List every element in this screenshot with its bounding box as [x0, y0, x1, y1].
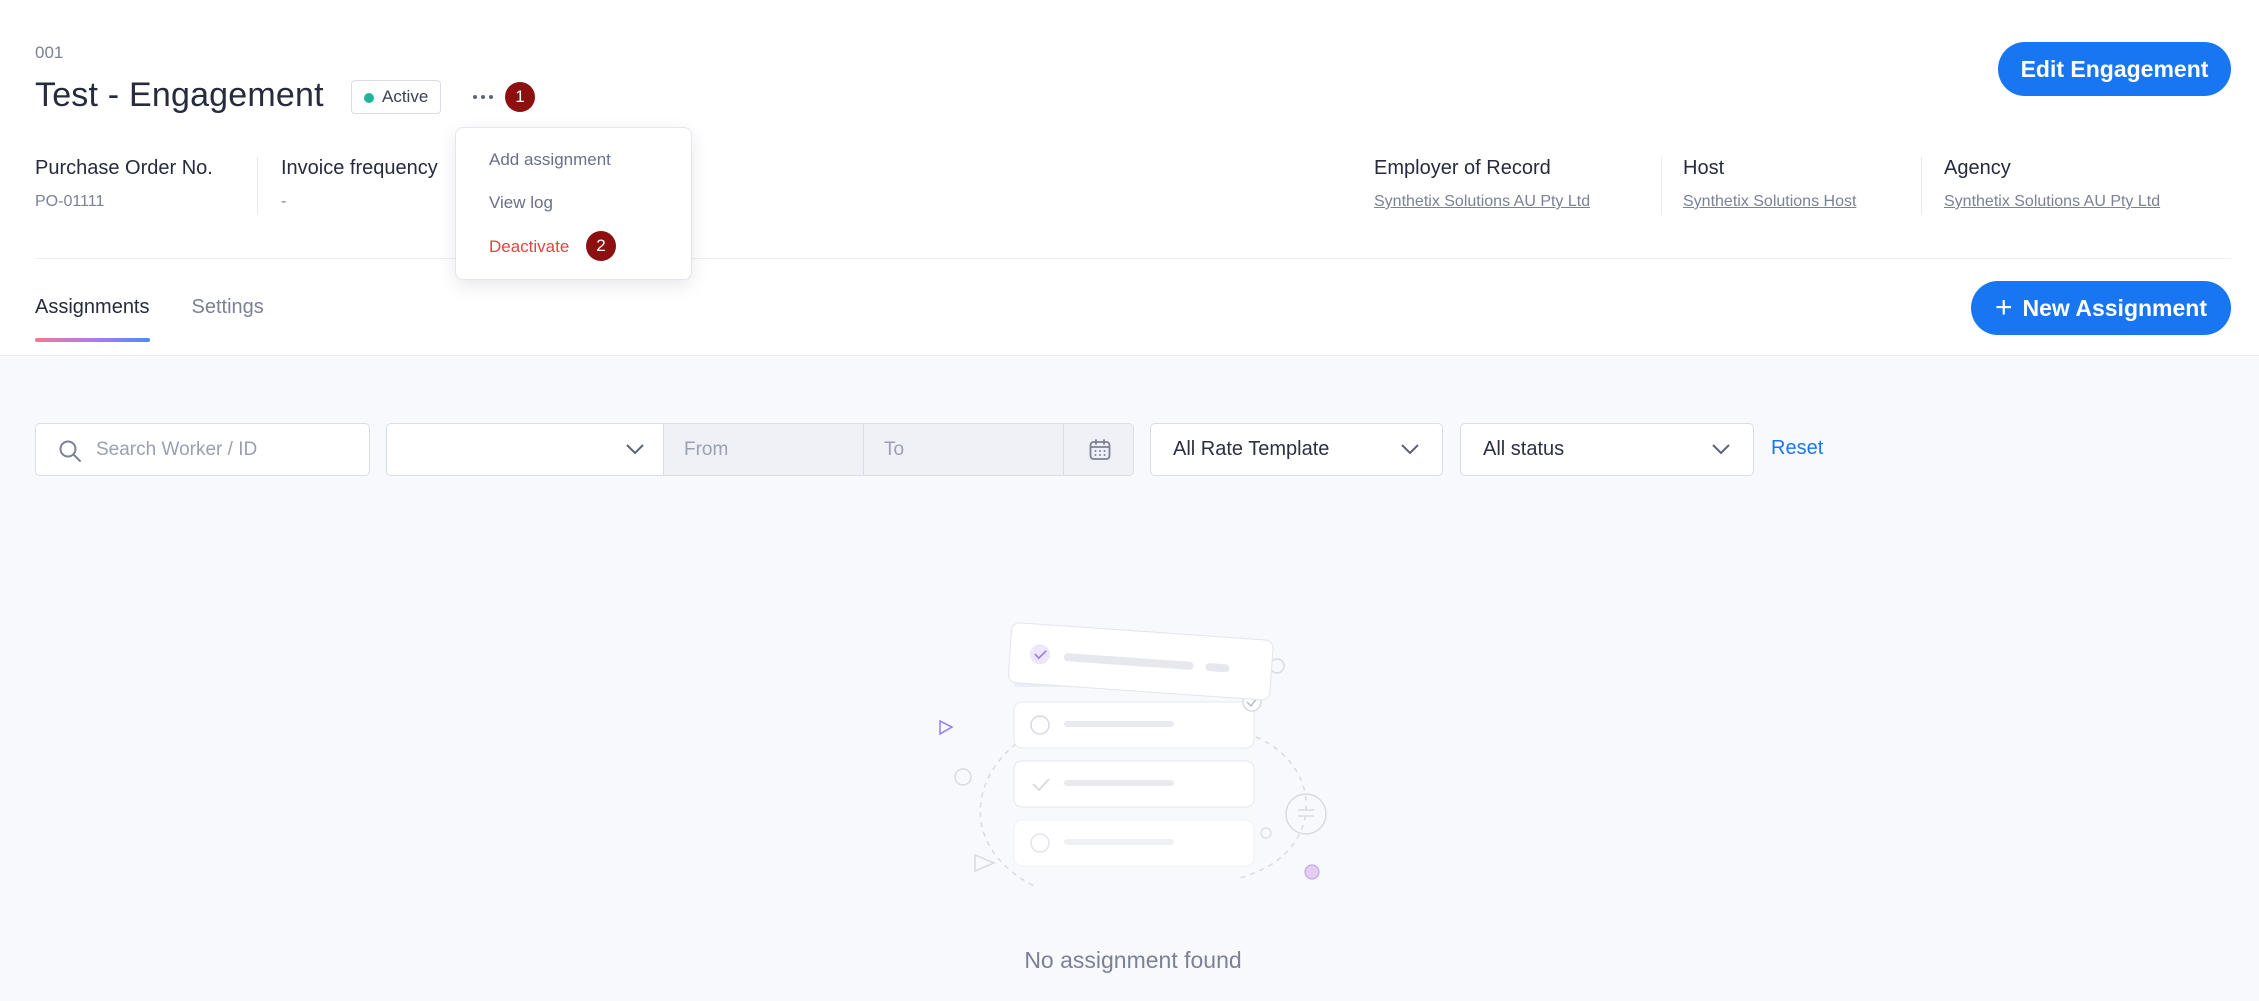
dot-icon: [489, 95, 493, 99]
date-to-input[interactable]: To: [863, 424, 1063, 475]
agency-label: Agency: [1944, 157, 2011, 179]
meta-employer-of-record: Employer of Record Synthetix Solutions A…: [1374, 157, 1590, 211]
chevron-down-icon: [626, 444, 644, 455]
chevron-down-icon: [1401, 444, 1419, 455]
assignments-panel: From To All Rate Template All status Res…: [0, 357, 2259, 1001]
calendar-button[interactable]: [1063, 424, 1133, 475]
eor-link[interactable]: Synthetix Solutions AU Pty Ltd: [1374, 193, 1590, 211]
status-label: Active: [382, 87, 429, 106]
search-input[interactable]: [96, 424, 356, 475]
chevron-down-icon: [1712, 444, 1730, 455]
menu-item-view-log[interactable]: View log: [489, 193, 553, 213]
search-box: [35, 423, 370, 476]
rate-template-select[interactable]: All Rate Template: [1150, 423, 1443, 476]
po-value: PO-01111: [35, 193, 105, 210]
status-badge: Active: [351, 80, 442, 114]
step-marker-2: 2: [586, 231, 616, 261]
header-divider: [35, 258, 2231, 259]
meta-purchase-order: Purchase Order No. PO-01111: [35, 157, 213, 211]
new-assignment-button[interactable]: + New Assignment: [1971, 281, 2231, 335]
agency-link[interactable]: Synthetix Solutions AU Pty Ltd: [1944, 193, 2160, 211]
meta-agency: Agency Synthetix Solutions AU Pty Ltd: [1944, 157, 2160, 211]
status-select[interactable]: All status: [1460, 423, 1754, 476]
menu-item-add-assignment[interactable]: Add assignment: [489, 150, 611, 170]
meta-invoice-frequency: Invoice frequency -: [281, 157, 438, 211]
meta-divider: [257, 157, 258, 215]
step-marker-1: 1: [505, 82, 535, 112]
status-filter-value: All status: [1483, 438, 1565, 460]
menu-item-deactivate[interactable]: Deactivate: [489, 237, 569, 257]
reset-filters-link[interactable]: Reset: [1771, 437, 1823, 460]
new-assignment-label: New Assignment: [2022, 294, 2207, 321]
dot-icon: [481, 95, 485, 99]
meta-host: Host Synthetix Solutions Host: [1683, 157, 1856, 211]
po-label: Purchase Order No.: [35, 157, 213, 179]
invoice-value: -: [281, 193, 287, 210]
eor-label: Employer of Record: [1374, 157, 1551, 179]
empty-state-message: No assignment found: [1024, 947, 1242, 973]
page-title: Test - Engagement: [35, 76, 324, 114]
host-label: Host: [1683, 157, 1725, 179]
date-range-filter: From To: [386, 423, 1134, 476]
more-actions-button[interactable]: [466, 80, 500, 114]
tab-bar: Assignments Settings: [35, 296, 264, 342]
meta-divider: [1921, 157, 1922, 215]
engagement-header: 001 Test - Engagement Active 1 Edit Enga…: [0, 0, 2259, 356]
empty-state-illustration-icon: [939, 622, 1327, 888]
more-actions-menu: Add assignment View log Deactivate 2: [455, 127, 692, 280]
plus-icon: +: [1995, 291, 2013, 324]
rate-template-value: All Rate Template: [1173, 438, 1330, 460]
engagement-code: 001: [35, 43, 64, 62]
tab-settings[interactable]: Settings: [192, 296, 264, 341]
invoice-label: Invoice frequency: [281, 157, 438, 179]
date-from-input[interactable]: From: [663, 424, 863, 475]
edit-engagement-button[interactable]: Edit Engagement: [1998, 42, 2231, 96]
dot-icon: [473, 95, 477, 99]
date-type-select[interactable]: [387, 424, 663, 475]
status-dot-icon: [364, 93, 374, 103]
search-icon: [59, 440, 81, 462]
meta-divider: [1661, 157, 1662, 215]
calendar-icon: [1089, 438, 1110, 460]
host-link[interactable]: Synthetix Solutions Host: [1683, 193, 1856, 211]
tab-assignments[interactable]: Assignments: [35, 296, 150, 342]
